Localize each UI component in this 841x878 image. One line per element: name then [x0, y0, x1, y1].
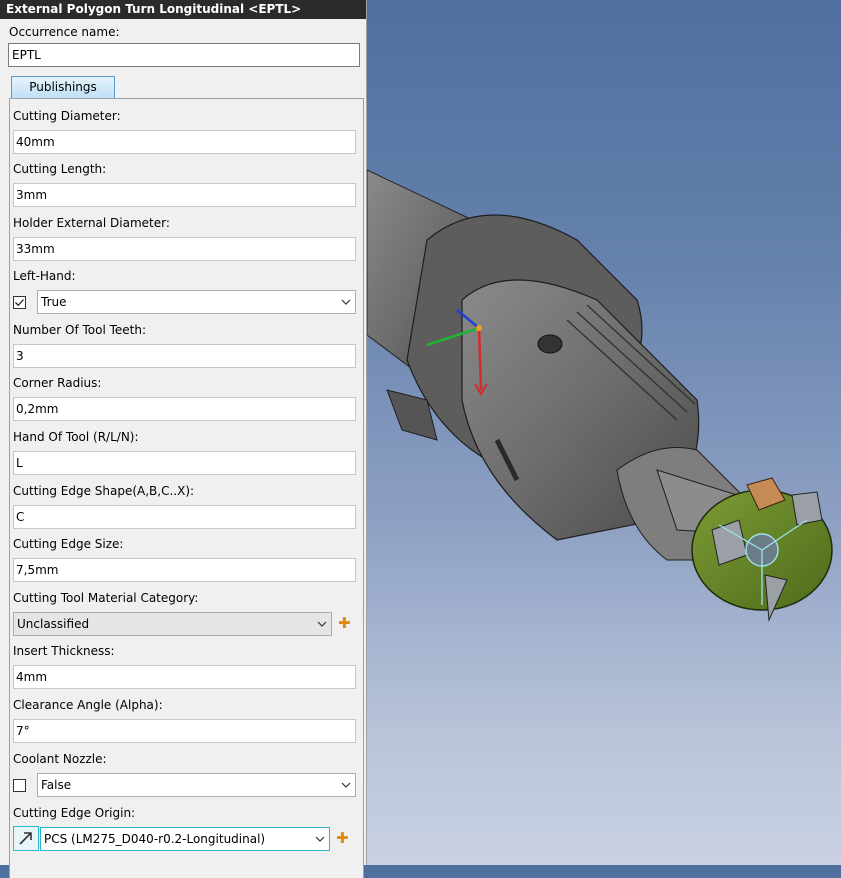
chevron-down-icon [315, 836, 325, 842]
cutting-edge-origin-select-value: PCS (LM275_D040-r0.2-Longitudinal) [44, 832, 266, 846]
cutting-edge-shape-input[interactable]: C [13, 505, 356, 529]
plus-icon[interactable]: ✚ [336, 831, 349, 846]
arrow-up-right-icon[interactable] [13, 826, 39, 851]
left-hand-select-value: True [41, 295, 67, 309]
cutting-length-input[interactable]: 3mm [13, 183, 356, 207]
occurrence-name-label: Occurrence name: [9, 25, 120, 39]
coolant-nozzle-select[interactable]: False [37, 773, 356, 797]
cutting-edge-origin-select[interactable]: PCS (LM275_D040-r0.2-Longitudinal) [40, 827, 330, 851]
material-category-select[interactable]: Unclassified [13, 612, 332, 636]
material-category-select-value: Unclassified [17, 617, 90, 631]
left-hand-checkbox[interactable] [13, 296, 26, 309]
occurrence-name-input[interactable]: EPTL [8, 43, 360, 67]
material-category-label: Cutting Tool Material Category: [13, 591, 199, 605]
insert-thickness-input[interactable]: 4mm [13, 665, 356, 689]
3d-viewport[interactable] [367, 0, 841, 865]
clearance-angle-input[interactable]: 7° [13, 719, 356, 743]
tab-publishings[interactable]: Publishings [11, 76, 115, 98]
cutting-diameter-input[interactable]: 40mm [13, 130, 356, 154]
chevron-down-icon [341, 782, 351, 788]
number-of-tool-teeth-label: Number Of Tool Teeth: [13, 323, 147, 337]
coolant-nozzle-label: Coolant Nozzle: [13, 752, 107, 766]
panel-title: External Polygon Turn Longitudinal <EPTL… [0, 0, 366, 19]
coolant-nozzle-checkbox[interactable] [13, 779, 26, 792]
checkmark-icon [15, 299, 24, 307]
holder-external-diameter-label: Holder External Diameter: [13, 216, 170, 230]
tool-model [367, 169, 833, 622]
hand-of-tool-input[interactable]: L [13, 451, 356, 475]
chevron-down-icon [317, 621, 327, 627]
hand-of-tool-label: Hand Of Tool (R/L/N): [13, 430, 139, 444]
cutting-length-label: Cutting Length: [13, 162, 107, 176]
chevron-down-icon [341, 299, 351, 305]
holder-external-diameter-input[interactable]: 33mm [13, 237, 356, 261]
cutting-edge-shape-label: Cutting Edge Shape(A,B,C..X): [13, 484, 195, 498]
corner-radius-input[interactable]: 0,2mm [13, 397, 356, 421]
properties-panel: External Polygon Turn Longitudinal <EPTL… [0, 0, 367, 878]
coolant-nozzle-select-value: False [41, 778, 72, 792]
number-of-tool-teeth-input[interactable]: 3 [13, 344, 356, 368]
corner-radius-label: Corner Radius: [13, 376, 102, 390]
left-hand-label: Left-Hand: [13, 269, 76, 283]
plus-icon[interactable]: ✚ [338, 616, 351, 631]
left-hand-select[interactable]: True [37, 290, 356, 314]
cutting-diameter-label: Cutting Diameter: [13, 109, 121, 123]
clearance-angle-label: Clearance Angle (Alpha): [13, 698, 163, 712]
cutting-edge-origin-label: Cutting Edge Origin: [13, 806, 136, 820]
cutting-edge-size-input[interactable]: 7,5mm [13, 558, 356, 582]
insert-thickness-label: Insert Thickness: [13, 644, 115, 658]
cutting-edge-size-label: Cutting Edge Size: [13, 537, 124, 551]
